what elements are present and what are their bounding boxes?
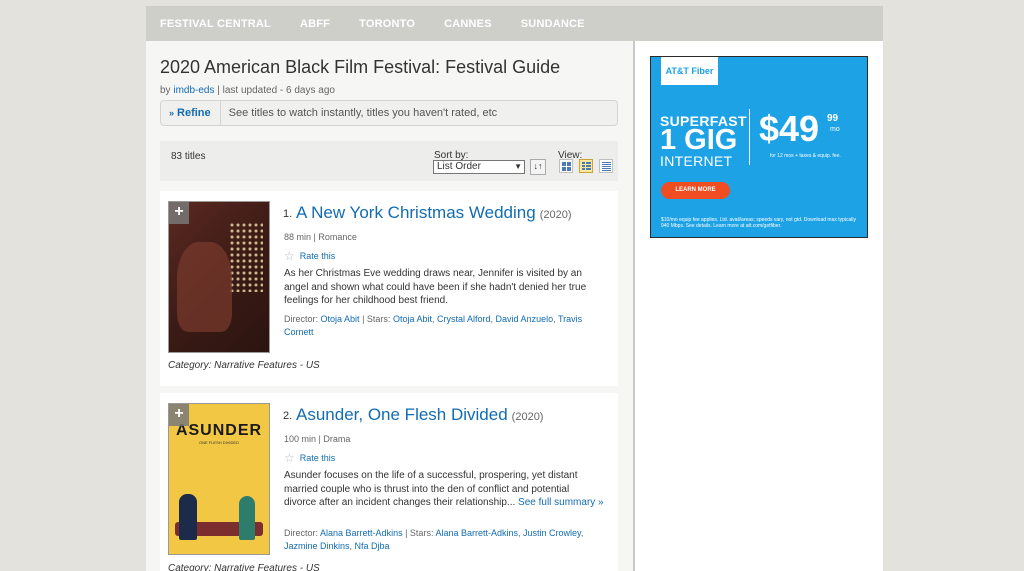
byline: by imdb-eds | last updated - 6 days ago [160,85,335,96]
item-year: (2020) [539,209,572,221]
star-link[interactable]: Nfa Djba [355,541,390,551]
sort-value: List Order [437,161,481,172]
poster-image[interactable]: + [168,201,270,353]
director-label: Director: [284,314,319,324]
sort-select[interactable]: List Order ▼ [433,160,525,174]
sort-direction-icon[interactable]: ↓↑ [530,159,546,175]
poster-subtitle: ONE FLESH DIVIDED [198,440,239,445]
item-index: 1. [283,208,293,220]
star-link[interactable]: Jazmine Dinkins [284,541,350,551]
figure-right [239,496,255,540]
star-link[interactable]: Otoja Abit [393,314,432,324]
by-label: by [160,85,171,96]
grid-view-icon[interactable] [559,159,573,173]
ad-divider [749,109,750,165]
item-title-link[interactable]: Asunder, One Flesh Divided [296,405,508,424]
updated-text: | last updated - 6 days ago [217,85,335,96]
star-link[interactable]: David Anzuelo [496,314,554,324]
ad-cents: 99 [827,113,839,124]
see-full-summary-link[interactable]: See full summary » [518,497,604,508]
ad-per-month: mo [830,126,840,133]
learn-more-button[interactable]: LEARN MORE [661,182,730,199]
author-link[interactable]: imdb-eds [173,85,214,96]
rate-label: Rate this [299,251,336,261]
page-title: 2020 American Black Film Festival: Festi… [160,57,561,77]
rate-this[interactable]: ☆ Rate this [284,451,335,465]
nav-toronto[interactable]: TORONTO [359,18,415,30]
nav-sundance[interactable]: SUNDANCE [521,18,585,30]
item-category: Category: Narrative Features - US [168,360,320,371]
top-nav: FESTIVAL CENTRAL ABFF TORONTO CANNES SUN… [146,6,883,41]
nav-festival-central[interactable]: FESTIVAL CENTRAL [160,18,271,30]
director-label: Director: [284,528,319,538]
item-credits: Director: Otoja Abit | Stars: Otoja Abit… [284,314,583,337]
star-icon: ☆ [284,249,295,263]
refine-label: Refine [177,107,211,119]
double-chevron-down-icon: » [169,108,175,118]
figure-silhouette [177,242,232,332]
nav-cannes[interactable]: CANNES [444,18,492,30]
nav-abff[interactable]: ABFF [300,18,330,30]
sidebar: AT&T Fiber SUPERFAST 1 GIG INTERNET $49 … [635,41,883,571]
item-year: (2020) [511,411,544,423]
item-category: Category: Narrative Features - US [168,563,320,571]
main-column: 2020 American Black Film Festival: Festi… [146,41,635,571]
director-link[interactable]: Alana Barrett-Adkins [320,528,403,538]
add-to-watchlist-icon[interactable]: + [169,202,189,224]
stars-label: | Stars: [405,528,434,538]
list-item: ASUNDER ONE FLESH DIVIDED + 2. Asunder, … [160,393,618,571]
ad-disclaimer: $10/mo equip fee applies. Ltd. avail/are… [661,217,857,229]
ad-price: $49 [759,108,820,149]
list-controls: 83 titles Sort by: List Order ▼ ↓↑ View: [160,141,618,181]
star-link[interactable]: Crystal Alford [437,314,491,324]
rate-label: Rate this [299,453,336,463]
item-description: As her Christmas Eve wedding draws near,… [284,268,587,306]
title-count: 83 titles [171,151,206,162]
rate-this[interactable]: ☆ Rate this [284,249,335,263]
star-link[interactable]: Justin Crowley [523,528,581,538]
detail-view-icon[interactable] [579,159,593,173]
refine-hint: See titles to watch instantly, titles yo… [228,107,498,119]
item-index: 2. [283,410,293,422]
item-meta: 88 min | Romance [284,232,357,242]
item-description: Asunder focuses on the life of a success… [284,469,604,510]
lights-decoration [229,222,263,292]
page-wrapper: FESTIVAL CENTRAL ABFF TORONTO CANNES SUN… [146,6,883,571]
stars-label: | Stars: [362,314,391,324]
director-link[interactable]: Otoja Abit [321,314,360,324]
item-title-wrap: Asunder, One Flesh Divided (2020) [296,405,543,425]
chevron-down-icon: ▼ [514,162,522,171]
advertisement[interactable]: AT&T Fiber SUPERFAST 1 GIG INTERNET $49 … [650,56,868,238]
compact-view-icon[interactable] [599,159,613,173]
refine-bar[interactable]: » Refine See titles to watch instantly, … [160,100,618,126]
poster-image[interactable]: ASUNDER ONE FLESH DIVIDED + [168,403,270,555]
add-to-watchlist-icon[interactable]: + [169,404,189,426]
item-title-wrap: A New York Christmas Wedding (2020) [296,203,571,223]
star-link[interactable]: Alana Barrett-Adkins [435,528,518,538]
att-logo: AT&T Fiber [661,57,718,85]
ad-terms: for 12 mos + taxes & equip. fee. [770,153,841,159]
ad-headline-3: INTERNET [660,153,733,169]
item-meta: 100 min | Drama [284,434,351,444]
list-item: + 1. A New York Christmas Wedding (2020) … [160,191,618,386]
star-icon: ☆ [284,451,295,465]
refine-button[interactable]: » Refine [161,101,221,125]
item-title-link[interactable]: A New York Christmas Wedding [296,203,536,222]
item-credits: Director: Alana Barrett-Adkins | Stars: … [284,528,584,551]
figure-left [179,494,197,540]
